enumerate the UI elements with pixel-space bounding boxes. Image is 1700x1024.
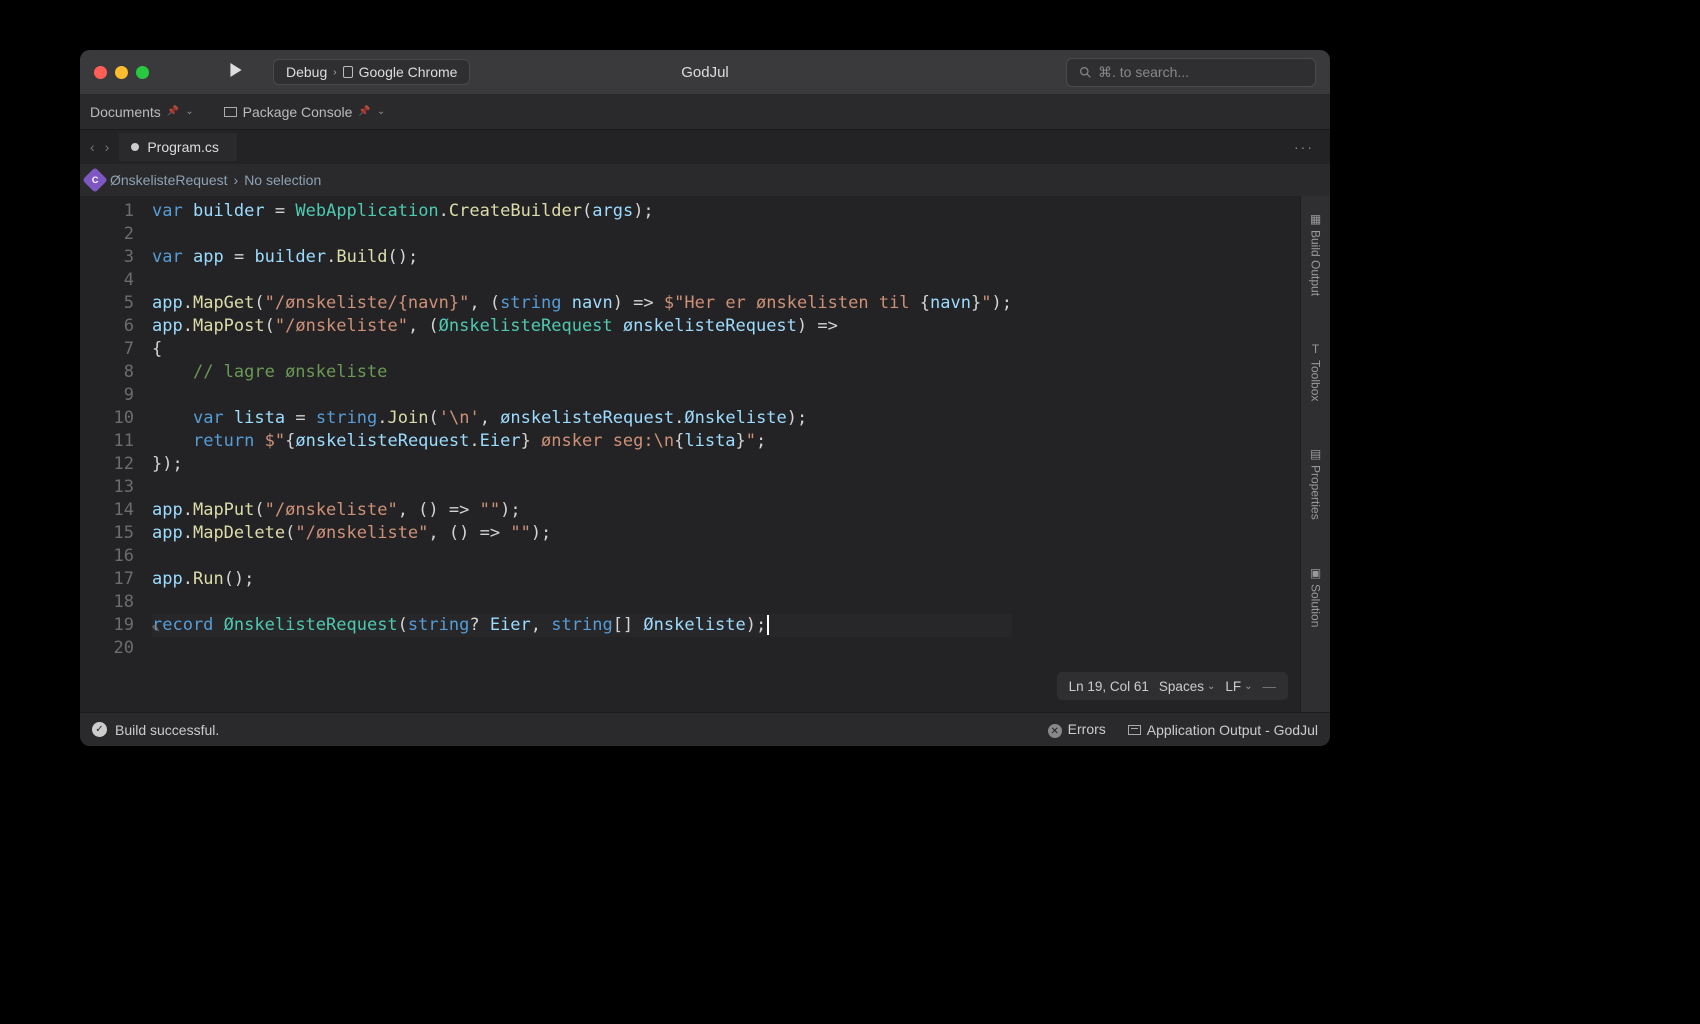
errors-pad[interactable]: ✕Errors xyxy=(1048,721,1106,739)
minimize-icon[interactable] xyxy=(115,66,128,79)
crumb-type: ØnskelisteRequest xyxy=(110,172,228,188)
titlebar: Debug › Google Chrome GodJul ⌘. to searc… xyxy=(80,50,1330,94)
line-gutter: 1234567891011121314151617181920 xyxy=(80,196,152,712)
tab-program-cs[interactable]: Program.cs xyxy=(119,133,237,161)
right-side-dock: ▦Build Output TToolbox ▤Properties ▣Solu… xyxy=(1300,196,1330,712)
run-configuration-selector[interactable]: Debug › Google Chrome xyxy=(273,59,470,85)
editor-status-bar: Ln 19, Col 61 Spaces⌄ LF⌄ — xyxy=(1057,672,1288,700)
breadcrumb[interactable]: C ØnskelisteRequest › No selection xyxy=(80,164,1330,196)
panel-icon: ▦ xyxy=(1310,212,1321,226)
config-name: Debug xyxy=(286,64,327,80)
modified-dot-icon xyxy=(131,143,139,151)
package-console-pad[interactable]: Package Console 📌 ⌄ xyxy=(224,104,386,120)
cursor-position[interactable]: Ln 19, Col 61 xyxy=(1069,679,1149,694)
ide-window: Debug › Google Chrome GodJul ⌘. to searc… xyxy=(80,50,1330,746)
search-icon xyxy=(1079,66,1092,79)
edit-marker-icon: ✎ xyxy=(152,617,159,640)
window-title: GodJul xyxy=(681,64,729,81)
success-check-icon: ✓ xyxy=(92,722,107,737)
side-panel-solution[interactable]: ▣Solution xyxy=(1307,558,1325,635)
dash-icon: — xyxy=(1263,679,1277,694)
editor-tabs: ‹ › Program.cs ··· xyxy=(80,130,1330,164)
tab-label: Program.cs xyxy=(147,139,219,155)
tool-windows-bar: Documents 📌 ⌄ Package Console 📌 ⌄ xyxy=(80,94,1330,130)
chevron-down-icon: ⌄ xyxy=(185,106,193,117)
panel-icon: T xyxy=(1312,342,1319,356)
documents-pad[interactable]: Documents 📌 ⌄ xyxy=(90,104,194,120)
console-icon xyxy=(224,107,237,117)
crumb-member: No selection xyxy=(244,172,321,188)
chevron-right-icon: › xyxy=(234,172,239,188)
code-content[interactable]: var builder = WebApplication.CreateBuild… xyxy=(152,196,1012,712)
chevron-down-icon: ⌄ xyxy=(1244,681,1252,692)
application-output-pad[interactable]: Application Output - GodJul xyxy=(1128,722,1318,738)
error-x-icon: ✕ xyxy=(1048,724,1062,738)
search-input[interactable]: ⌘. to search... xyxy=(1066,58,1316,87)
eol-selector[interactable]: LF⌄ xyxy=(1225,679,1252,694)
build-status-text: Build successful. xyxy=(115,722,219,738)
chevron-right-icon: › xyxy=(333,67,336,78)
output-icon xyxy=(1128,725,1141,735)
csharp-record-icon: C xyxy=(82,167,107,192)
window-controls xyxy=(94,66,149,79)
code-editor[interactable]: 1234567891011121314151617181920 var buil… xyxy=(80,196,1300,712)
side-panel-properties[interactable]: ▤Properties xyxy=(1307,439,1325,528)
search-placeholder: ⌘. to search... xyxy=(1098,64,1189,81)
status-bar: ✓ Build successful. ✕Errors Application … xyxy=(80,712,1330,746)
pin-icon: 📌 xyxy=(167,106,179,117)
chevron-down-icon: ⌄ xyxy=(1207,681,1215,692)
chevron-down-icon: ⌄ xyxy=(377,106,385,117)
side-panel-toolbox[interactable]: TToolbox xyxy=(1307,334,1325,409)
panel-icon: ▤ xyxy=(1310,447,1321,461)
target-name: Google Chrome xyxy=(359,64,458,80)
close-icon[interactable] xyxy=(94,66,107,79)
nav-back-button[interactable]: ‹ xyxy=(86,137,99,157)
indent-selector[interactable]: Spaces⌄ xyxy=(1159,679,1215,694)
browser-icon xyxy=(343,66,353,78)
panel-icon: ▣ xyxy=(1310,566,1321,580)
pin-icon: 📌 xyxy=(358,106,370,117)
tab-overflow-button[interactable]: ··· xyxy=(1284,139,1324,155)
side-panel-build-output[interactable]: ▦Build Output xyxy=(1307,204,1325,304)
run-button[interactable] xyxy=(229,63,243,82)
maximize-icon[interactable] xyxy=(136,66,149,79)
nav-forward-button[interactable]: › xyxy=(101,137,114,157)
editor-area: 1234567891011121314151617181920 var buil… xyxy=(80,196,1330,712)
